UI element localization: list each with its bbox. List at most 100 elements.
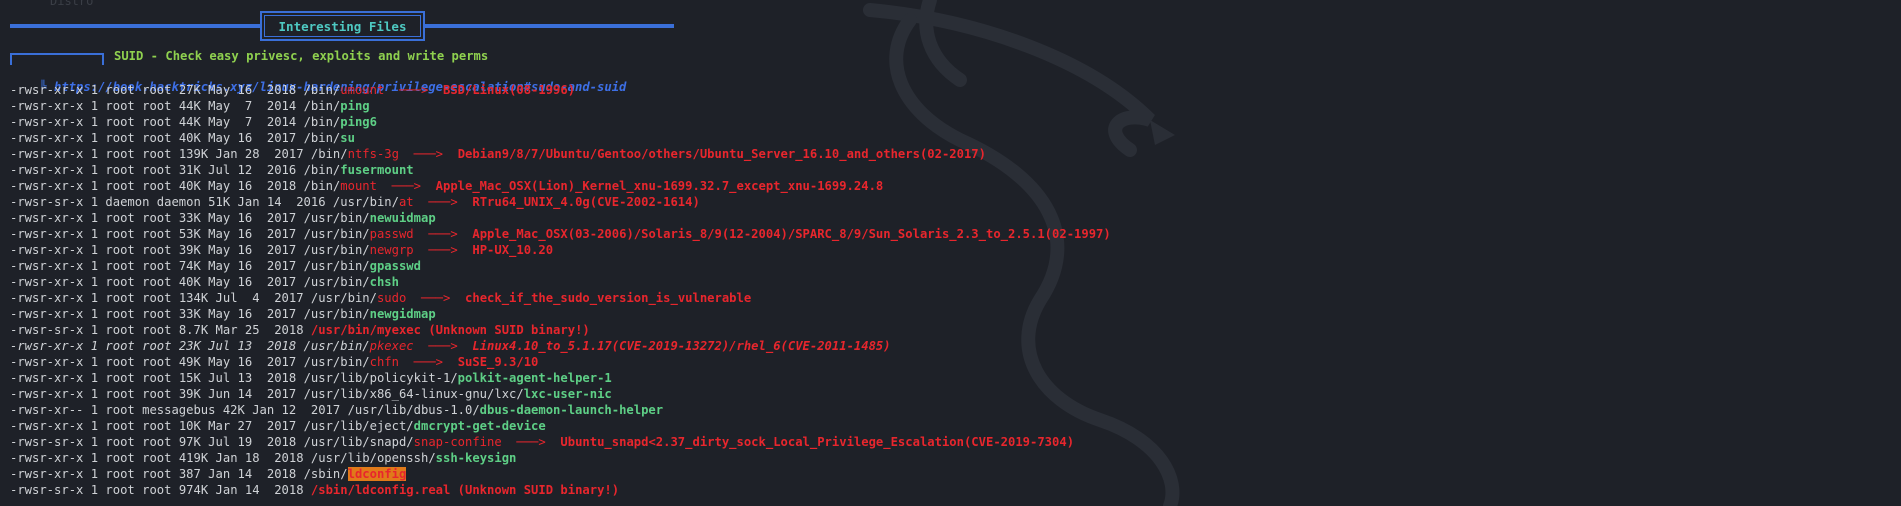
file-owner: daemon <box>105 195 150 209</box>
file-permissions: -rwsr-xr-x <box>10 307 84 321</box>
file-owner: root <box>105 371 135 385</box>
file-group: root <box>142 419 172 433</box>
file-owner: root <box>105 243 135 257</box>
file-permissions: -rwsr-xr-x <box>10 371 84 385</box>
file-size: 33K <box>178 307 201 321</box>
file-owner: root <box>105 483 135 497</box>
file-permissions: -rwsr-xr-x <box>10 163 84 177</box>
file-owner: root <box>105 259 135 273</box>
file-name: ping6 <box>340 115 377 129</box>
file-name: gpasswd <box>369 259 421 273</box>
file-group: root <box>142 387 172 401</box>
section-title: SUID - Check easy privesc, exploits and … <box>114 49 489 63</box>
file-group: messagebus <box>142 403 216 417</box>
file-directory: /usr/lib/policykit-1/ <box>303 371 458 385</box>
link-count: 1 <box>90 451 99 465</box>
file-group: root <box>142 227 172 241</box>
file-directory: /bin/ <box>303 115 341 129</box>
file-directory: /usr/lib/openssh/ <box>310 451 436 465</box>
exploit-hint: check_if_the_sudo_version_is_vulnerable <box>465 291 752 305</box>
file-permissions: -rwsr-xr-x <box>10 291 84 305</box>
file-directory: /usr/lib/x86_64-linux-gnu/lxc/ <box>303 387 524 401</box>
file-directory: /bin/ <box>303 99 341 113</box>
file-permissions: -rwsr-xr-x <box>10 467 84 481</box>
link-count: 1 <box>90 243 99 257</box>
terminal-window[interactable]: Distro Interesting Files SUID - Check ea… <box>0 0 1901 506</box>
link-count: 1 <box>90 371 99 385</box>
file-name: passwd <box>369 227 414 241</box>
file-permissions: -rwsr-xr-x <box>10 131 84 145</box>
file-permissions: -rwsr-xr-x <box>10 387 84 401</box>
file-owner: root <box>105 307 135 321</box>
file-date: Jan 14 2018 <box>208 467 297 481</box>
link-count: 1 <box>90 419 99 433</box>
file-group: root <box>142 243 172 257</box>
file-date: Jan 12 2017 <box>252 403 341 417</box>
link-count: 1 <box>90 163 99 177</box>
link-count: 1 <box>90 83 99 97</box>
file-directory: /usr/bin/ <box>303 259 370 273</box>
file-size: 53K <box>178 227 201 241</box>
file-owner: root <box>105 131 135 145</box>
exploit-hint: Linux4.10_to_5.1.17(CVE-2019-13272)/rhel… <box>472 339 891 353</box>
file-name: ldconfig <box>347 467 407 481</box>
link-count: 1 <box>90 387 99 401</box>
file-permissions: -rwsr-xr-x <box>10 275 84 289</box>
suid-file-row: -rwsr-xr-x 1 root root 23K Jul 13 2018 /… <box>10 338 1111 354</box>
file-directory: /usr/lib/snapd/ <box>303 435 414 449</box>
file-owner: root <box>105 163 135 177</box>
suid-file-row: -rwsr-xr-x 1 root root 15K Jul 13 2018 /… <box>10 370 1111 386</box>
file-owner: root <box>105 387 135 401</box>
file-date: May 7 2014 <box>208 115 297 129</box>
link-count: 1 <box>90 291 99 305</box>
file-name: chfn <box>369 355 399 369</box>
file-group: root <box>142 99 172 113</box>
file-group: root <box>142 147 172 161</box>
file-size: 134K <box>178 291 209 305</box>
file-owner: root <box>105 275 135 289</box>
arrow-icon: ───> <box>413 243 473 257</box>
file-group: root <box>142 163 172 177</box>
link-count: 1 <box>90 99 99 113</box>
file-date: May 16 2018 <box>208 179 297 193</box>
file-size: 419K <box>178 451 209 465</box>
file-permissions: -rwsr-sr-x <box>10 435 84 449</box>
banner-line-left <box>10 24 260 28</box>
file-size: 49K <box>178 355 201 369</box>
file-size: 51K <box>208 195 231 209</box>
file-date: May 16 2017 <box>208 211 297 225</box>
link-count: 1 <box>90 339 99 353</box>
file-owner: root <box>105 227 135 241</box>
file-permissions: -rwsr-xr-x <box>10 339 84 353</box>
file-directory: /bin/ <box>303 163 341 177</box>
file-date: Jan 14 2016 <box>237 195 326 209</box>
file-permissions: -rwsr-xr-x <box>10 115 84 129</box>
file-name: fusermount <box>340 163 414 177</box>
suid-file-row: -rwsr-xr-x 1 root root 134K Jul 4 2017 /… <box>10 290 1111 306</box>
file-date: Jan 14 2018 <box>215 483 304 497</box>
file-date: Jul 19 2018 <box>208 435 297 449</box>
file-name: dbus-daemon-launch-helper <box>479 403 664 417</box>
suid-file-list: -rwsr-xr-x 1 root root 27K May 16 2018 /… <box>10 82 1111 498</box>
file-date: Mar 25 2018 <box>215 323 304 337</box>
link-count: 1 <box>90 195 99 209</box>
suid-file-row: -rwsr-xr-x 1 root root 40K May 16 2017 /… <box>10 130 1111 146</box>
file-directory: /sbin/ <box>303 467 348 481</box>
file-group: root <box>142 339 172 353</box>
file-owner: root <box>105 355 135 369</box>
suid-file-row: -rwsr-xr-x 1 root root 27K May 16 2018 /… <box>10 82 1111 98</box>
exploit-hint: Apple_Mac_OSX(Lion)_Kernel_xnu-1699.32.7… <box>435 179 884 193</box>
file-size: 97K <box>178 435 201 449</box>
file-directory: /usr/bin/ <box>303 227 370 241</box>
suid-file-row: -rwsr-xr-x 1 root root 74K May 16 2017 /… <box>10 258 1111 274</box>
file-directory: /bin/ <box>303 83 341 97</box>
link-count: 1 <box>90 227 99 241</box>
file-name: umount <box>340 83 385 97</box>
file-group: root <box>142 467 172 481</box>
file-directory: /usr/lib/dbus-1.0/ <box>347 403 480 417</box>
link-count: 1 <box>90 259 99 273</box>
file-group: root <box>142 323 172 337</box>
file-directory: /bin/ <box>303 179 341 193</box>
arrow-icon: ───> <box>413 195 473 209</box>
link-count: 1 <box>90 435 99 449</box>
